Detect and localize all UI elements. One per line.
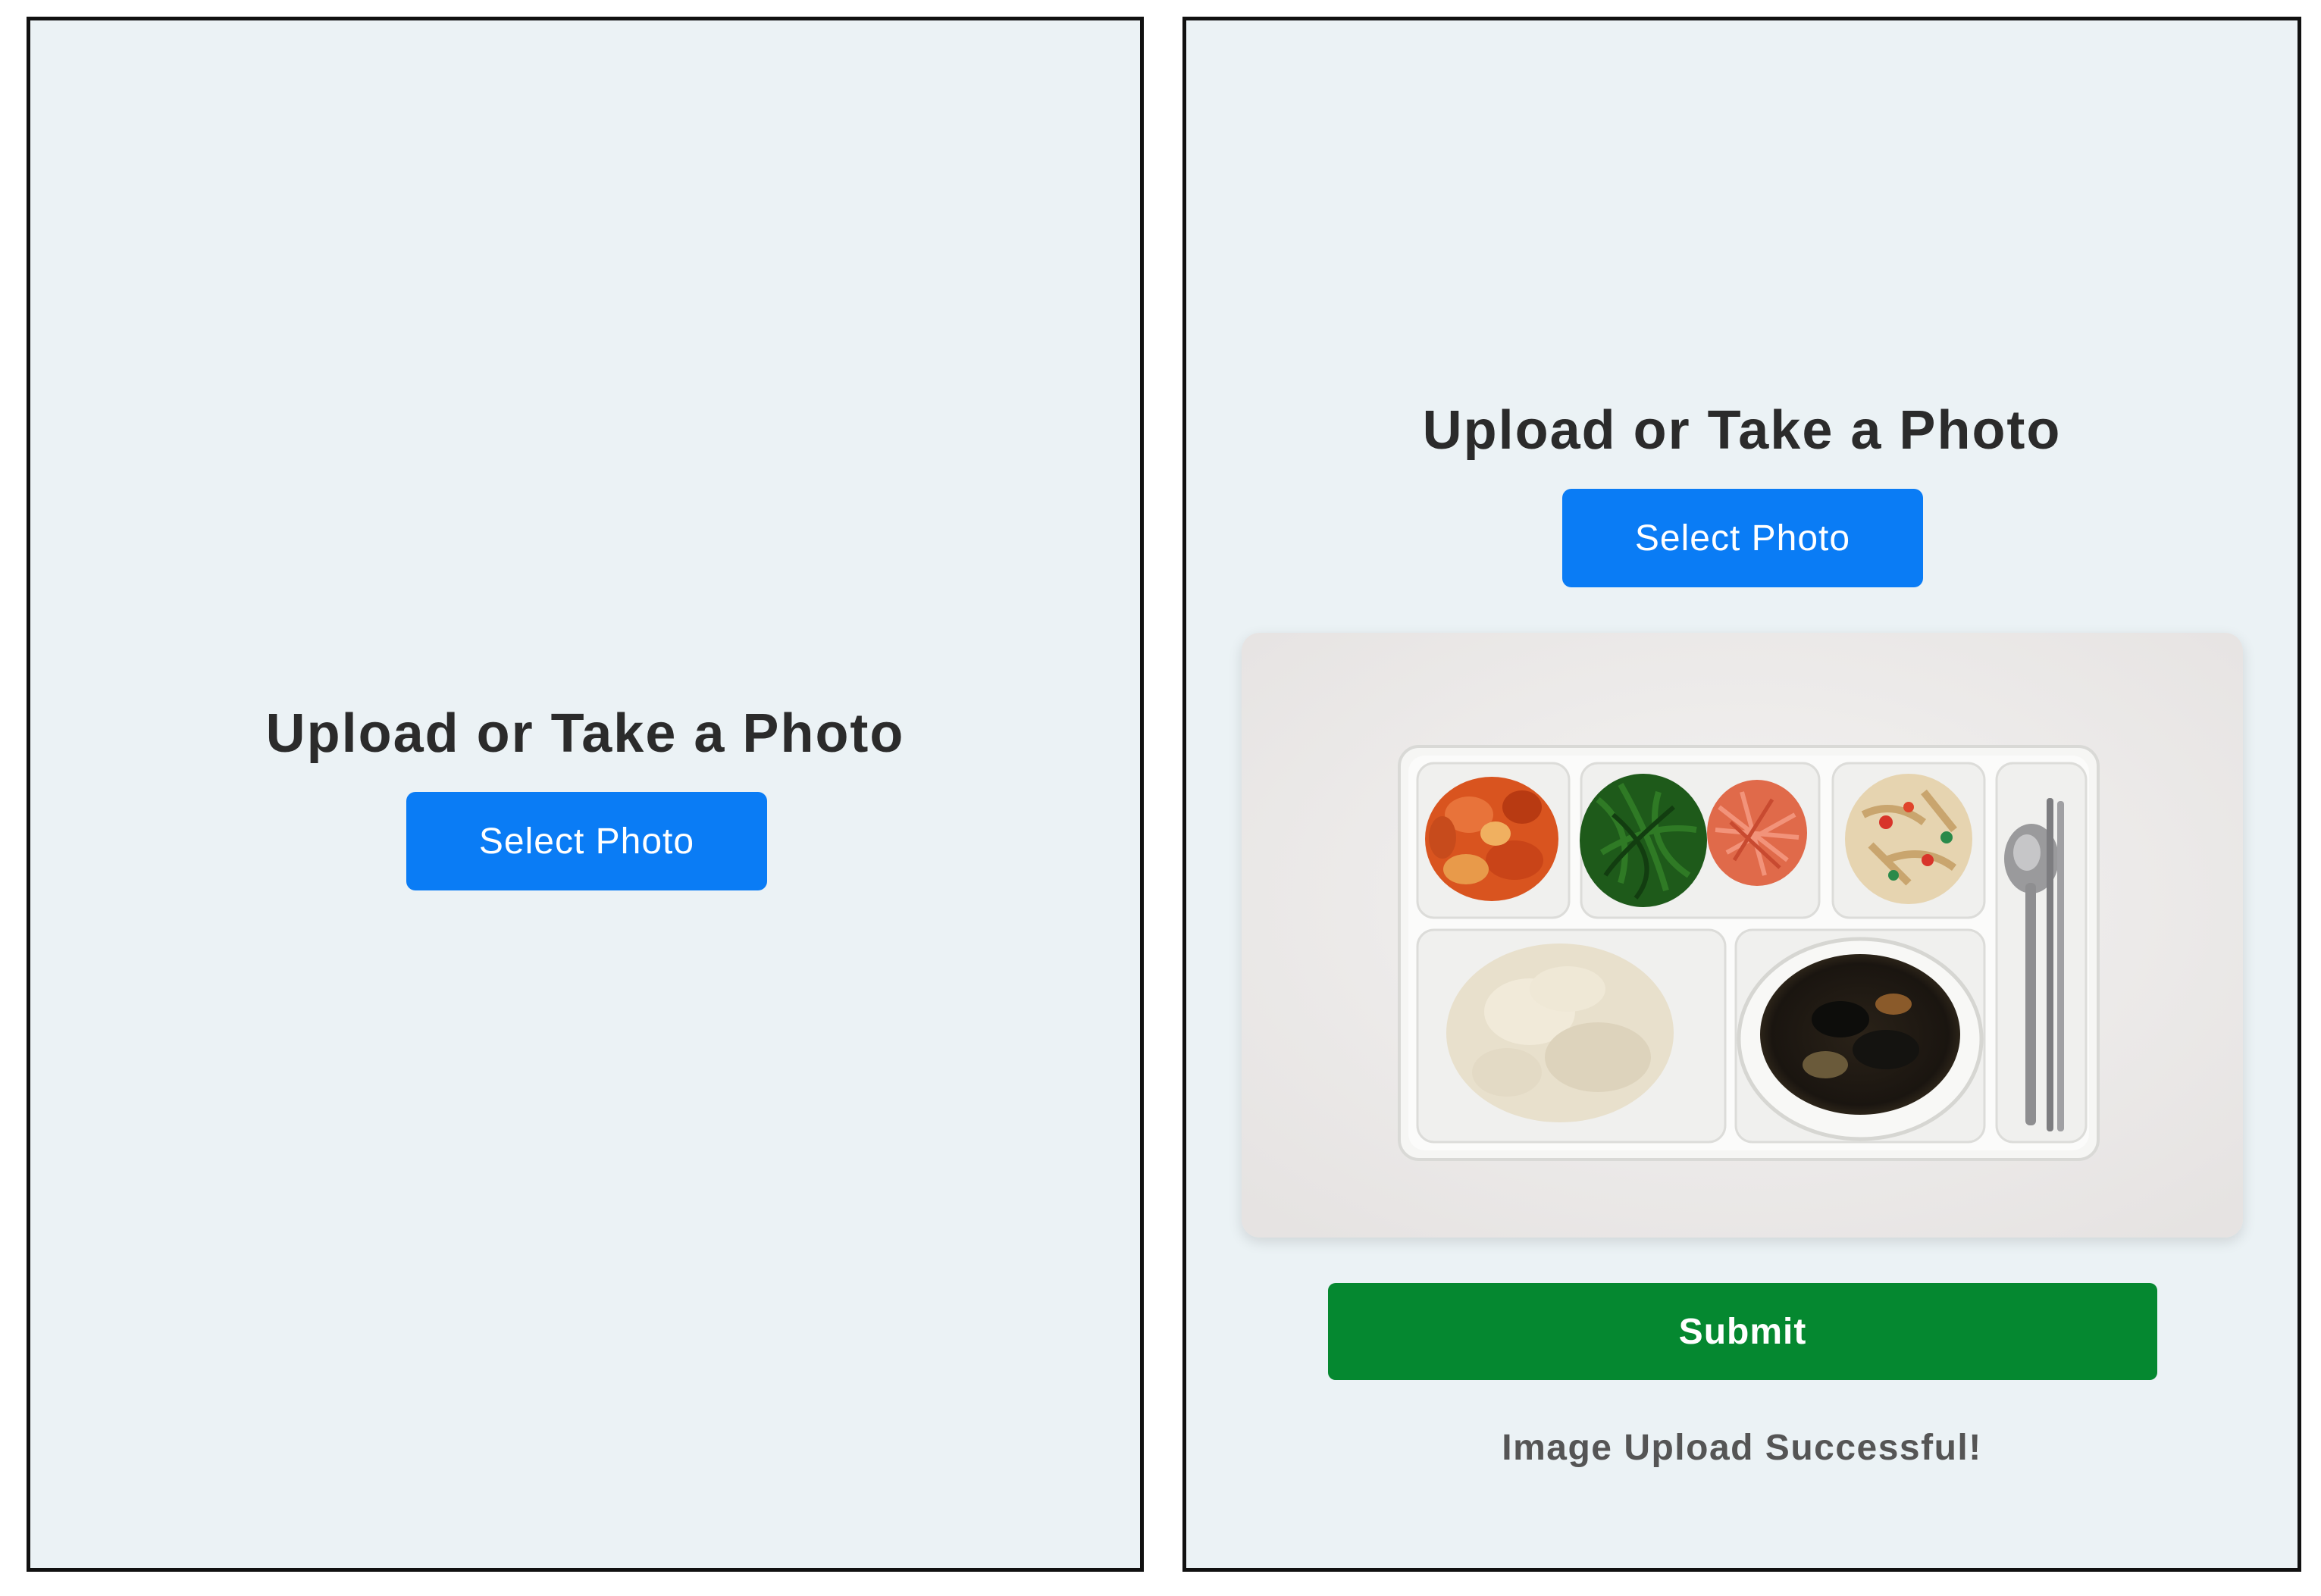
select-photo-button[interactable]: Select Photo <box>1562 489 1923 587</box>
upload-screen-success: Upload or Take a Photo Select Photo Subm… <box>1182 17 2301 1572</box>
upload-screen-empty: Upload or Take a Photo Select Photo <box>27 17 1144 1572</box>
meal-tray-photo <box>1242 633 2243 1238</box>
page-title: Upload or Take a Photo <box>265 703 905 764</box>
select-photo-button[interactable]: Select Photo <box>406 792 767 890</box>
page-title: Upload or Take a Photo <box>1422 400 2062 461</box>
photo-preview <box>1242 633 2243 1238</box>
submit-button[interactable]: Submit <box>1328 1283 2157 1380</box>
upload-status-message: Image Upload Successful! <box>1502 1428 1982 1468</box>
